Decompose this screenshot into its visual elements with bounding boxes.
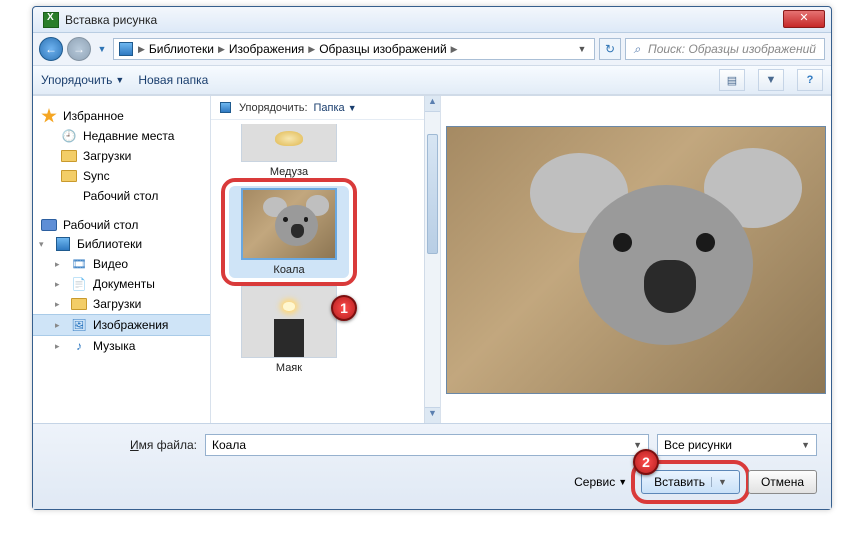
window-title: Вставка рисунка [65, 13, 157, 27]
annotation-badge-1: 1 [331, 295, 357, 321]
video-icon: 🎞 [71, 256, 87, 272]
address-dropdown[interactable]: ▼ [574, 44, 590, 54]
favorites-group[interactable]: Избранное [33, 106, 210, 126]
thumbnail-list: Медуза Коала Маяк [211, 120, 440, 423]
view-mode-button[interactable]: ▤ [719, 69, 745, 91]
desktop-label: Рабочий стол [63, 218, 138, 232]
scroll-up-button[interactable]: ▲ [425, 96, 440, 112]
cancel-button[interactable]: Отмена [748, 470, 817, 494]
nav-history-dropdown[interactable]: ▼ [95, 37, 109, 61]
nav-forward-button[interactable]: → [67, 37, 91, 61]
refresh-button[interactable]: ↻ [599, 38, 621, 60]
desktop-group[interactable]: Рабочий стол [33, 216, 210, 234]
excel-icon [43, 12, 59, 28]
filename-label: ИИмя файла:мя файла: [47, 438, 197, 452]
help-button[interactable]: ? [797, 69, 823, 91]
star-icon [41, 108, 57, 124]
chevron-right-icon: ▶ [306, 44, 317, 55]
thumbnail-image [241, 188, 337, 260]
dialog-body: Избранное 🕘Недавние места Загрузки Sync … [33, 95, 831, 423]
library-icon [55, 236, 71, 252]
tools-dropdown[interactable]: Сервис▼ [574, 475, 627, 489]
sidebar-item-images[interactable]: ▸🖼Изображения [33, 314, 210, 336]
arrange-label: Упорядочить: [239, 102, 308, 114]
search-placeholder: Поиск: Образцы изображений [648, 42, 816, 56]
folder-icon [61, 148, 77, 164]
close-button[interactable]: ✕ [783, 10, 825, 28]
expand-icon[interactable]: ▸ [55, 341, 60, 352]
address-bar[interactable]: ▶ Библиотеки ▶ Изображения ▶ Образцы изо… [113, 38, 595, 60]
scroll-thumb[interactable] [427, 134, 438, 254]
sidebar-item-libraries[interactable]: ▾Библиотеки [33, 234, 210, 254]
preview-image [446, 126, 826, 394]
breadcrumb[interactable]: Изображения [229, 42, 304, 56]
sidebar-item-music[interactable]: ▸♪Музыка [33, 336, 210, 356]
thumbnail-caption: Медуза [229, 166, 349, 178]
image-icon: 🖼 [71, 317, 87, 333]
bottom-panel: ИИмя файла:мя файла: Коала▼ Все рисунки▼… [33, 423, 831, 509]
sidebar-item-sync[interactable]: Sync [33, 166, 210, 186]
insert-button[interactable]: Вставить ▼ [641, 470, 740, 494]
favorites-label: Избранное [63, 109, 124, 123]
collapse-icon[interactable]: ▾ [39, 239, 44, 250]
chevron-down-icon[interactable]: ▼ [633, 440, 642, 450]
expand-icon[interactable]: ▸ [55, 259, 60, 270]
breadcrumb[interactable]: Образцы изображений [319, 42, 446, 56]
thumbnail-item-selected[interactable]: Коала [229, 186, 349, 278]
recent-icon: 🕘 [61, 128, 77, 144]
expand-icon[interactable]: ▸ [55, 320, 60, 331]
breadcrumb[interactable]: Библиотеки [149, 42, 214, 56]
organize-button[interactable]: Упорядочить▼ [41, 73, 124, 87]
expand-icon[interactable]: ▸ [55, 279, 60, 290]
chevron-right-icon: ▶ [449, 44, 460, 55]
thumbnail-item[interactable]: Медуза [229, 124, 349, 178]
insert-picture-dialog: Вставка рисунка ✕ ← → ▼ ▶ Библиотеки ▶ И… [32, 6, 832, 510]
sidebar-item-downloads2[interactable]: ▸Загрузки [33, 294, 210, 314]
document-icon: 📄 [71, 276, 87, 292]
expand-icon[interactable]: ▸ [55, 299, 60, 310]
vertical-scrollbar[interactable]: ▲ ▼ [424, 96, 440, 423]
thumbnail-image [241, 124, 337, 162]
address-row: ← → ▼ ▶ Библиотеки ▶ Изображения ▶ Образ… [33, 33, 831, 65]
chevron-down-icon: ▼ [801, 440, 810, 450]
folder-icon [71, 296, 87, 312]
sidebar-item-desktop[interactable]: Рабочий стол [33, 186, 210, 206]
thumbnail-item[interactable]: Маяк [229, 286, 349, 374]
arrange-mode-dropdown[interactable]: Папка ▼ [314, 102, 357, 114]
view-dropdown-button[interactable]: ▼ [758, 69, 784, 91]
desktop-icon [61, 188, 77, 204]
navigation-pane: Избранное 🕘Недавние места Загрузки Sync … [33, 96, 211, 423]
desktop-icon [41, 219, 57, 231]
library-icon [118, 41, 134, 57]
sidebar-item-documents[interactable]: ▸📄Документы [33, 274, 210, 294]
thumbnail-pane: Упорядочить: Папка ▼ Медуза Коала Маяк [211, 96, 441, 423]
sidebar-item-recent[interactable]: 🕘Недавние места [33, 126, 210, 146]
scroll-down-button[interactable]: ▼ [425, 407, 440, 423]
thumbnail-image [241, 286, 337, 358]
new-folder-button[interactable]: Новая папка [138, 73, 208, 87]
thumbnail-caption: Коала [231, 264, 347, 276]
filename-input[interactable]: Коала▼ [205, 434, 649, 456]
content-subtoolbar: Упорядочить: Папка ▼ [211, 96, 440, 120]
sidebar-item-video[interactable]: ▸🎞Видео [33, 254, 210, 274]
sidebar-item-downloads[interactable]: Загрузки [33, 146, 210, 166]
music-icon: ♪ [71, 338, 87, 354]
file-type-filter[interactable]: Все рисунки▼ [657, 434, 817, 456]
preview-pane [441, 96, 831, 423]
search-icon: ⌕ [630, 42, 644, 56]
search-input[interactable]: ⌕ Поиск: Образцы изображений [625, 38, 825, 60]
chevron-right-icon: ▶ [136, 44, 147, 55]
chevron-right-icon: ▶ [216, 44, 227, 55]
annotation-badge-2: 2 [633, 449, 659, 475]
library-icon [217, 100, 233, 116]
titlebar: Вставка рисунка ✕ [33, 7, 831, 33]
scroll-track[interactable] [425, 112, 440, 407]
insert-dropdown[interactable]: ▼ [711, 477, 727, 487]
toolbar: Упорядочить▼ Новая папка ▤ ▼ ? [33, 65, 831, 95]
folder-icon [61, 168, 77, 184]
nav-back-button[interactable]: ← [39, 37, 63, 61]
thumbnail-caption: Маяк [229, 362, 349, 374]
